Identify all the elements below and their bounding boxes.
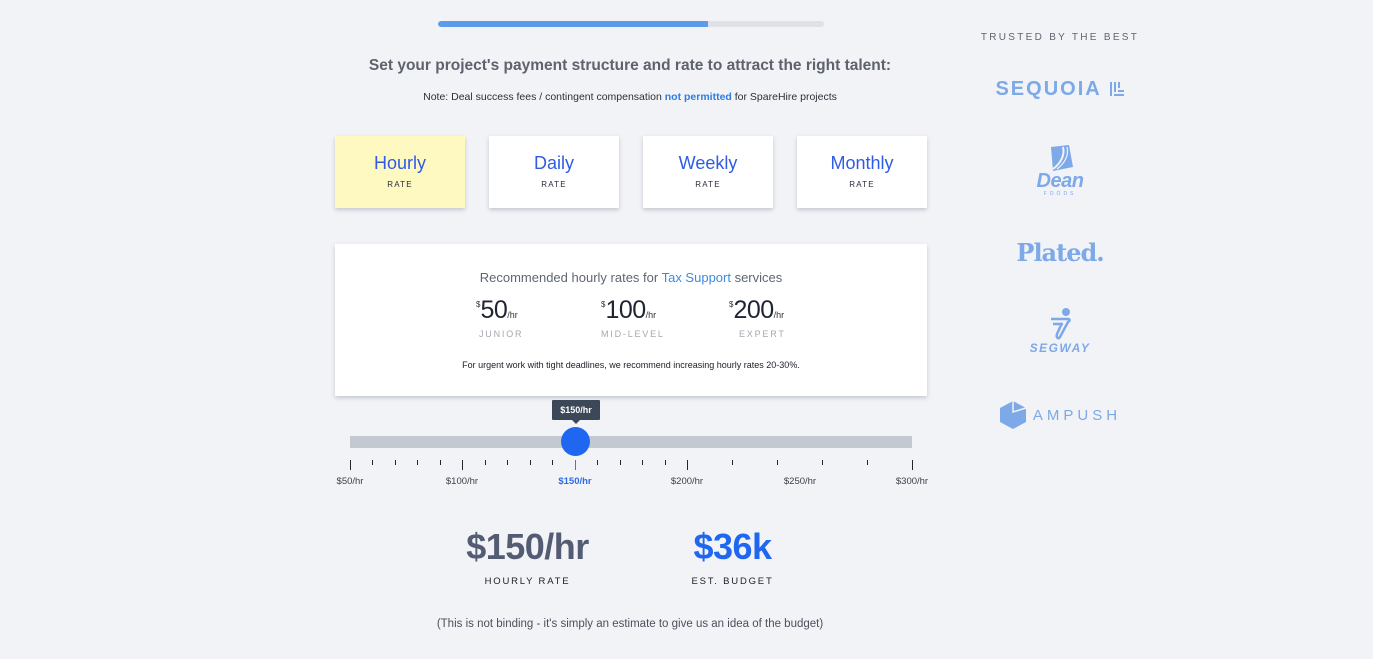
tier-amount: 100 [605, 296, 646, 324]
step-progress-fill [438, 21, 709, 27]
segway-mark-icon [1051, 308, 1071, 340]
rate-type-label: Daily [533, 153, 574, 173]
sequoia-mark-icon [1109, 82, 1124, 96]
dean-wordmark: Dean [1036, 170, 1084, 192]
est-budget-value: $36k [693, 526, 772, 567]
hourly-rate-value: $150/hr [466, 526, 589, 567]
slider-tick-label[interactable]: $100/hr [432, 476, 492, 487]
slider-value-tooltip: $150/hr [552, 400, 600, 424]
tier-level: MID-LEVEL [601, 329, 665, 339]
rate-type-sub: RATE [849, 180, 875, 189]
rate-type-monthly[interactable]: Monthly RATE [797, 136, 927, 208]
slider-tick [462, 460, 463, 470]
tier-unit: /hr [507, 310, 518, 320]
dean-foods-logo: Dean FOODS [960, 143, 1160, 197]
rate-type-sub: RATE [387, 180, 413, 189]
tier-amount: 50 [480, 296, 508, 324]
est-budget-caption: EST. BUDGET [691, 576, 774, 587]
slider-tick [395, 460, 396, 465]
rate-type-weekly[interactable]: Weekly RATE [643, 136, 773, 208]
hourly-rate-caption: HOURLY RATE [484, 576, 571, 587]
note-highlight: not permitted [664, 91, 732, 103]
ampush-logo: AMPUSH [960, 400, 1160, 430]
ampush-wordmark: AMPUSH [1032, 406, 1122, 424]
title-prefix: Recommended hourly rates for [479, 270, 662, 285]
slider-tick [912, 460, 913, 470]
tier-amount: 200 [733, 296, 774, 324]
slider-tick [822, 460, 823, 465]
slider-tick-label[interactable]: $250/hr [770, 476, 830, 487]
rate-type-hourly[interactable]: Hourly RATE [335, 136, 465, 208]
plated-logo: Plated. [1016, 238, 1104, 267]
rate-type-label: Monthly [830, 153, 894, 173]
slider-tick [507, 460, 508, 465]
slider-tick [350, 460, 351, 470]
currency-symbol: $ [476, 300, 481, 309]
currency-symbol: $ [601, 300, 606, 309]
slider-tick-label[interactable]: $50/hr [320, 476, 380, 487]
ampush-mark-icon [999, 401, 1027, 429]
trusted-by-heading: TRUSTED BY THE BEST [980, 32, 1140, 43]
segway-wordmark: SEGWAY [1029, 341, 1091, 355]
slider-tick-label[interactable]: $150/hr [545, 476, 605, 487]
tier-junior: $50/hr JUNIOR [476, 296, 586, 339]
hourly-rate-summary: $150/hr HOURLY RATE [440, 526, 615, 587]
slider-tick [642, 460, 643, 465]
note-suffix: for SpareHire projects [731, 91, 837, 103]
slider-tick [597, 460, 598, 465]
slider-tick [372, 460, 373, 465]
slider-tick [440, 460, 441, 465]
slider-tick [665, 460, 666, 465]
slider-tick [417, 460, 418, 465]
service-link[interactable]: Tax Support [662, 270, 731, 285]
recommended-rates-card: Recommended hourly rates for Tax Support… [335, 244, 927, 396]
tier-unit: /hr [773, 310, 785, 320]
tier-level: EXPERT [739, 329, 786, 339]
sequoia-logo: SEQUOIA [960, 78, 1160, 101]
rate-type-label: Hourly [373, 153, 426, 173]
budget-disclaimer: (This is not binding - it's simply an es… [436, 618, 824, 630]
rate-type-label: Weekly [678, 153, 738, 173]
slider-tick [687, 460, 688, 470]
slider-tick [575, 460, 576, 470]
currency-symbol: $ [729, 300, 734, 309]
slider-tick [552, 460, 553, 465]
rate-type-sub: RATE [541, 180, 567, 189]
rate-slider-track[interactable] [350, 436, 912, 448]
dean-mark-icon [1051, 145, 1073, 171]
slider-tick [732, 460, 733, 465]
tier-level: JUNIOR [479, 329, 524, 339]
tier-expert: $200/hr EXPERT [729, 296, 839, 339]
rate-type-daily[interactable]: Daily RATE [489, 136, 619, 208]
slider-tick [485, 460, 486, 465]
tier-mid-level: $100/hr MID-LEVEL [601, 296, 711, 339]
slider-tick [620, 460, 621, 465]
sequoia-wordmark: SEQUOIA [995, 78, 1101, 100]
rate-type-sub: RATE [695, 180, 721, 189]
slider-tick-label[interactable]: $300/hr [882, 476, 942, 487]
slider-tick [530, 460, 531, 465]
budget-summary: $36k EST. BUDGET [665, 526, 800, 587]
step-progress-bar [438, 21, 824, 27]
payment-note: Note: Deal success fees / contingent com… [330, 91, 930, 103]
note-prefix: Note: Deal success fees / contingent com… [423, 91, 665, 103]
recommended-rates-title: Recommended hourly rates for Tax Support… [335, 270, 927, 285]
rate-slider-thumb[interactable] [561, 427, 590, 456]
urgent-note: For urgent work with tight deadlines, we… [462, 360, 800, 370]
dean-sub: FOODS [1043, 191, 1077, 197]
tier-unit: /hr [645, 310, 657, 320]
segway-logo: SEGWAY [960, 307, 1160, 355]
slider-tick-label[interactable]: $200/hr [657, 476, 717, 487]
page-headline: Set your project's payment structure and… [368, 57, 892, 74]
slider-tick [867, 460, 868, 465]
title-suffix: services [730, 270, 783, 285]
slider-tick [777, 460, 778, 465]
